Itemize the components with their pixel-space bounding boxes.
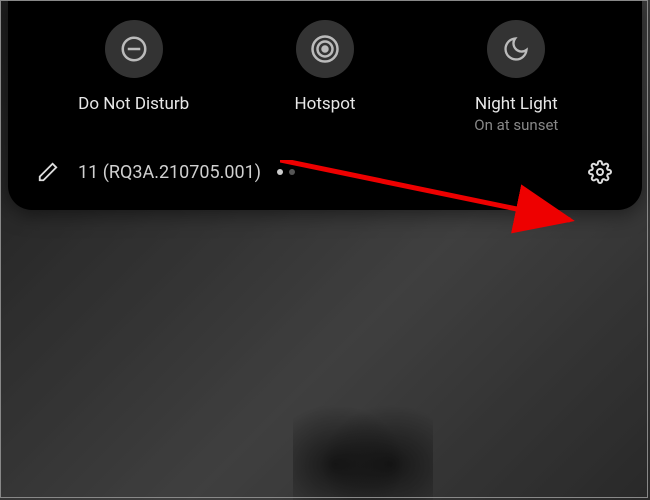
quick-settings-panel: Do Not Disturb Hotspot Night Light On at…: [8, 0, 642, 210]
moon-icon: [487, 20, 545, 78]
settings-button[interactable]: [586, 158, 614, 186]
tile-label: Night Light: [475, 94, 558, 114]
tile-do-not-disturb[interactable]: Do Not Disturb: [59, 20, 209, 134]
quick-settings-tiles: Do Not Disturb Hotspot Night Light On at…: [8, 20, 642, 134]
panel-footer: 11 (RQ3A.210705.001): [8, 134, 642, 192]
version-text: 11 (RQ3A.210705.001): [78, 162, 261, 183]
tile-hotspot[interactable]: Hotspot: [250, 20, 400, 134]
tile-night-light[interactable]: Night Light On at sunset: [441, 20, 591, 134]
edit-button[interactable]: [36, 160, 60, 184]
tile-label: Do Not Disturb: [78, 94, 189, 114]
tile-label: Hotspot: [295, 94, 356, 114]
tile-sublabel: On at sunset: [474, 116, 558, 134]
dnd-icon: [105, 20, 163, 78]
page-dot: [289, 169, 295, 175]
page-indicator: [277, 169, 295, 175]
hotspot-icon: [296, 20, 354, 78]
page-dot: [277, 169, 283, 175]
